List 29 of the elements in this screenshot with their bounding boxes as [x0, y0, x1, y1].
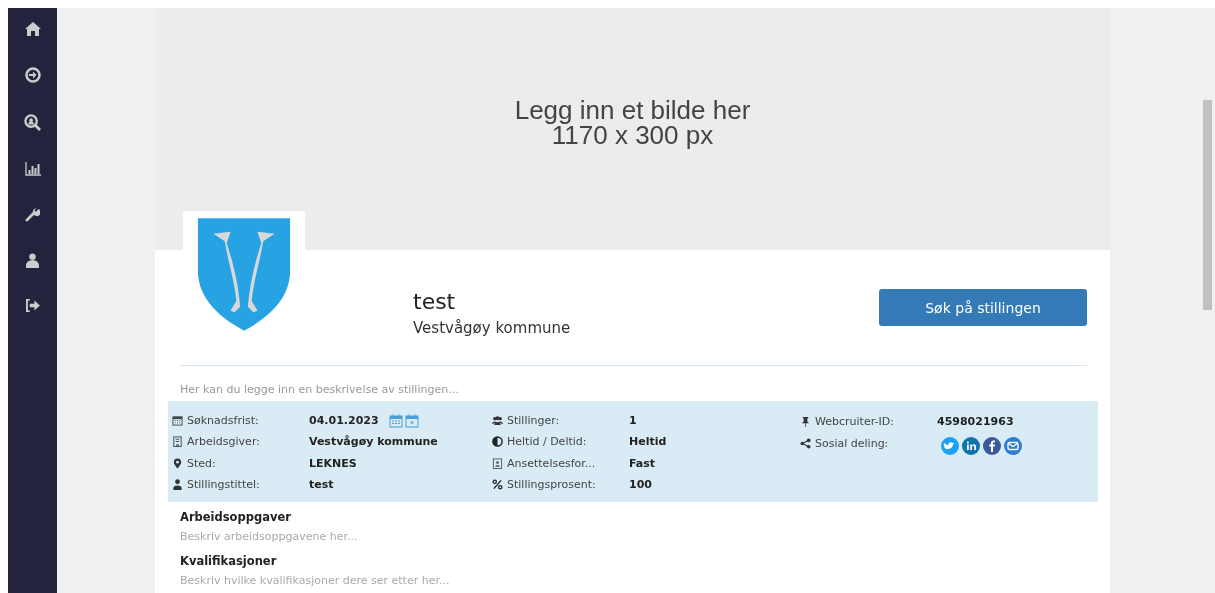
section-placeholder-text: Beskriv arbeidsoppgavene her... — [180, 529, 359, 545]
fact-label: Søknadsfrist: — [187, 414, 260, 428]
fact-label: Sosial deling: — [815, 436, 890, 450]
fact-value: 4598021963 — [937, 414, 1014, 428]
employer-name: Vestvågøy kommune — [413, 319, 572, 337]
fact-label: Heltid / Deltid: — [507, 435, 588, 449]
fact-value: Heltid — [629, 435, 667, 449]
fact-value: Vestvågøy kommune — [309, 435, 438, 449]
fact-label: Stillinger: — [507, 414, 561, 428]
fact-label: Stillingstittel: — [187, 477, 261, 491]
fact-value: 04.01.2023 — [309, 414, 379, 428]
placeholder-text: 1170 x 300 px — [551, 123, 714, 148]
fact-label: Ansettelsesfor... — [507, 456, 597, 470]
section-heading: Kvalifikasjoner — [180, 553, 278, 570]
fact-label: Arbeidsgiver: — [187, 435, 261, 449]
apply-button[interactable]: Søk på stillingen — [879, 289, 1087, 326]
job-title: test — [413, 288, 457, 316]
fact-value: 1 — [629, 414, 637, 428]
fact-label: Stillingsprosent: — [507, 477, 597, 491]
fact-value: LEKNES — [309, 456, 357, 470]
section-placeholder-text: Beskriv hvilke kvalifikasjoner dere ser etter her... — [180, 573, 451, 589]
fact-value: 100 — [629, 477, 652, 491]
section-heading: Arbeidsoppgaver — [180, 509, 292, 526]
fact-value: test — [309, 477, 334, 491]
fact-label: Sted: — [187, 456, 217, 470]
fact-label: Webcruiter-ID: — [815, 414, 895, 428]
placeholder-text: Legg inn et bilde her — [514, 98, 751, 123]
description-text: Her kan du legge inn en beskrivelse av stillingen... — [180, 383, 460, 396]
fact-value: Fast — [629, 456, 656, 470]
